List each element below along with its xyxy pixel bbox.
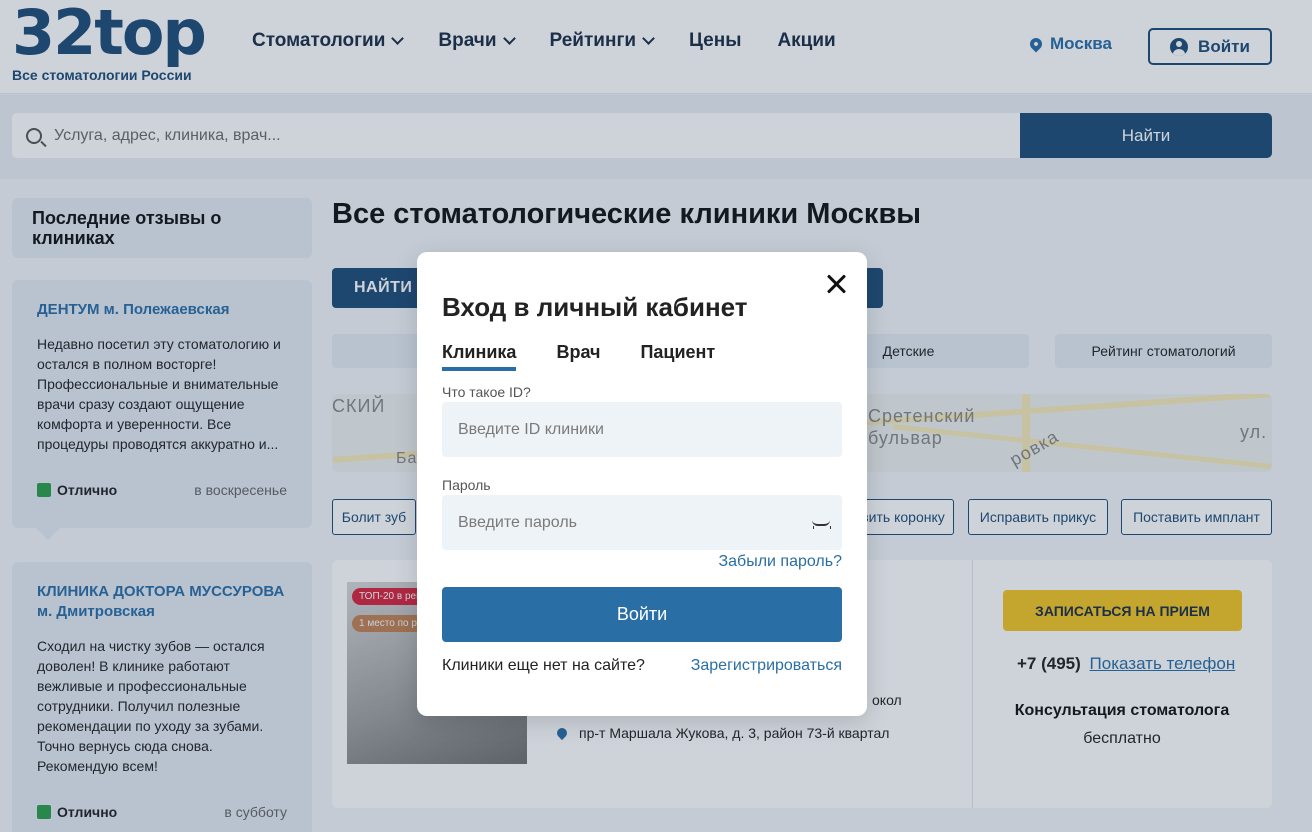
tab-doctor[interactable]: Врач (556, 342, 600, 371)
modal-title: Вход в личный кабинет (442, 292, 748, 322)
password-field[interactable] (442, 495, 842, 550)
password-label: Пароль (442, 477, 491, 493)
modal-tabs: Клиника Врач Пациент (442, 342, 755, 371)
close-icon[interactable] (825, 272, 849, 296)
password-input[interactable] (458, 513, 798, 532)
register-link[interactable]: Зарегистрироваться (691, 657, 842, 675)
login-modal: Вход в личный кабинет Клиника Врач Пацие… (417, 252, 867, 716)
tab-patient[interactable]: Пациент (640, 342, 715, 371)
clinic-id-field[interactable] (442, 402, 842, 457)
clinic-id-input[interactable] (458, 420, 798, 439)
tab-clinic[interactable]: Клиника (442, 342, 517, 371)
submit-login-button[interactable]: Войти (442, 587, 842, 642)
eye-closed-icon[interactable] (812, 520, 831, 529)
what-is-id-link[interactable]: Что такое ID? (442, 384, 531, 400)
forgot-password-link[interactable]: Забыли пароль? (718, 553, 842, 571)
no-clinic-text: Клиники еще нет на сайте? (442, 657, 645, 674)
